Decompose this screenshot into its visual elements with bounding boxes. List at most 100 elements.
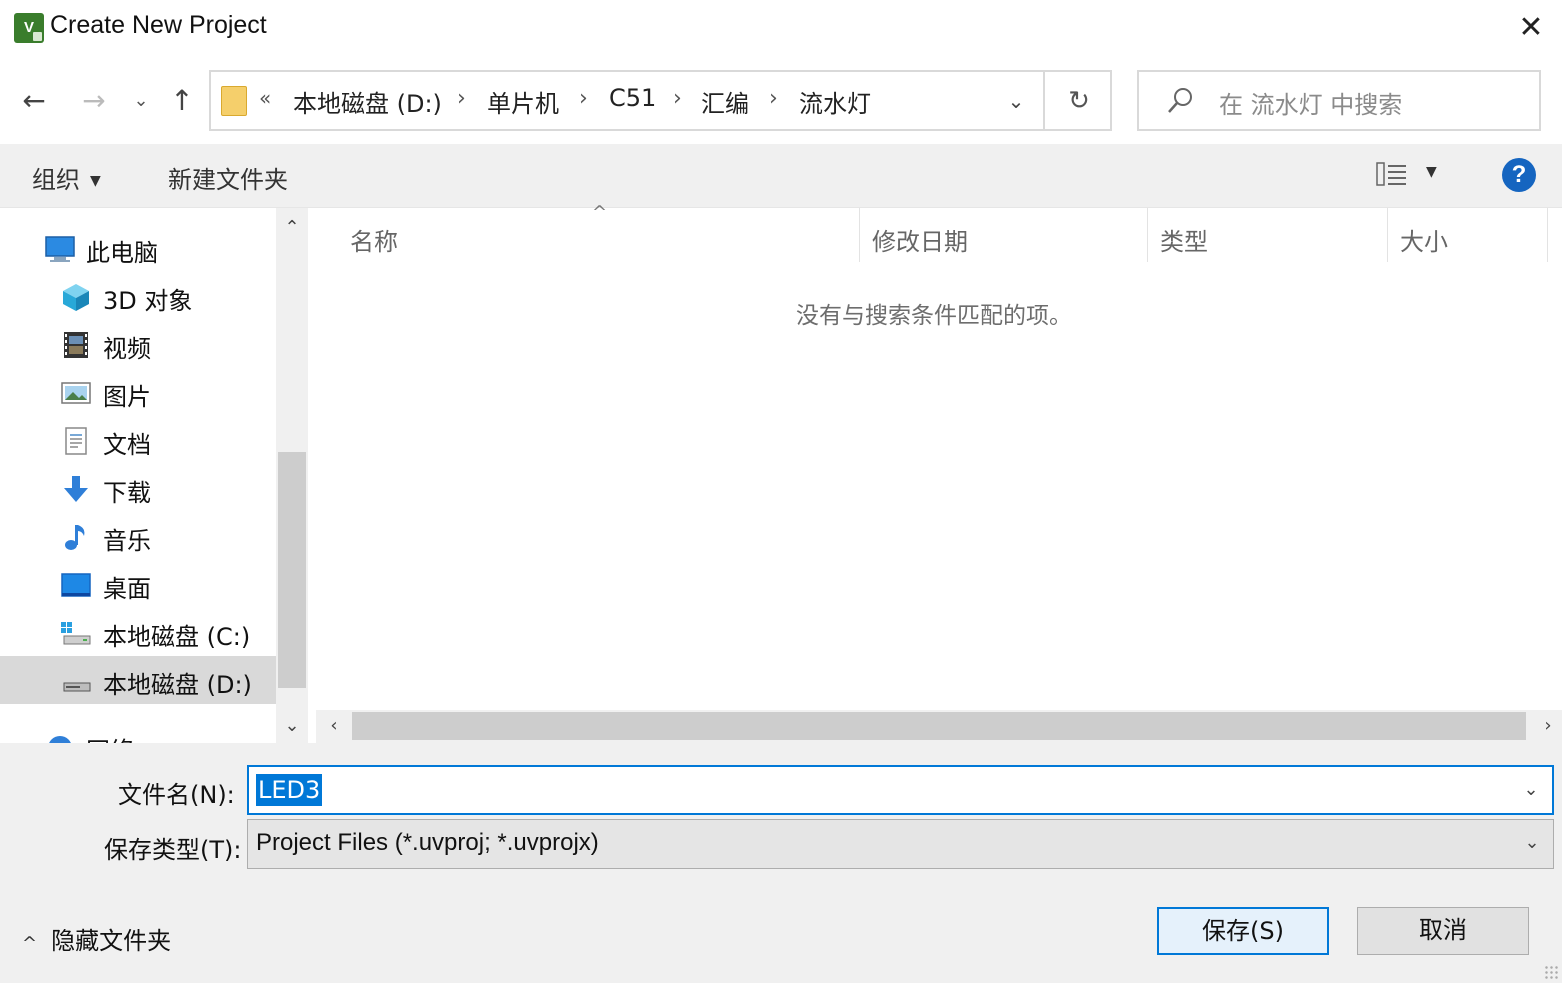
navigation-pane-scrollbar[interactable]: ⌃ ⌄ — [276, 208, 308, 743]
breadcrumb-item[interactable]: 单片机 — [487, 84, 559, 119]
pictures-icon — [61, 382, 91, 404]
keil-app-icon: V — [14, 13, 44, 43]
empty-results-message: 没有与搜索条件匹配的项。 — [796, 303, 1072, 329]
address-bar[interactable]: « 本地磁盘 (D:) › 单片机 › C51 › 汇编 › 流水灯 ⌄ ↻ — [209, 70, 1112, 131]
tree-item-label: 桌面 — [103, 575, 151, 603]
command-toolbar: 组织 ▼ 新建文件夹 ▼ ? — [0, 144, 1562, 208]
column-divider[interactable] — [1547, 208, 1548, 262]
navigation-bar: ← → ⌄ ↑ « 本地磁盘 (D:) › 单片机 › C51 › 汇编 › 流… — [0, 58, 1562, 144]
tree-item-videos[interactable]: 视频 — [0, 320, 276, 368]
tree-item-network[interactable]: 网络 — [0, 722, 276, 743]
breadcrumb-item[interactable]: 流水灯 — [799, 84, 871, 119]
tree-item-label: 下载 — [103, 479, 151, 507]
tree-item-label: 音乐 — [103, 527, 151, 555]
organize-label: 组织 — [32, 166, 80, 194]
tree-item-label: 本地磁盘 (C:) — [103, 623, 251, 651]
chevron-up-icon: ^ — [22, 933, 38, 954]
caret-down-icon: ▼ — [90, 173, 101, 189]
save-button[interactable]: 保存(S) — [1157, 907, 1329, 955]
tree-item-drive-c[interactable]: 本地磁盘 (C:) — [0, 608, 276, 656]
address-divider — [1043, 72, 1045, 129]
refresh-icon[interactable]: ↻ — [1059, 82, 1099, 120]
column-header-type[interactable]: 类型 — [1160, 222, 1208, 257]
tree-item-pictures[interactable]: 图片 — [0, 368, 276, 416]
scroll-up-icon[interactable]: ⌃ — [276, 216, 308, 240]
tree-item-desktop[interactable]: 桌面 — [0, 560, 276, 608]
navigation-pane: 此电脑 3D 对象 视频 图片 文档 下载 音乐 桌面 本地磁盘 (C:) 本地… — [0, 208, 308, 743]
filetype-label: 保存类型(T): — [104, 836, 242, 864]
3d-objects-icon — [63, 284, 89, 311]
window-title: Create New Project — [50, 11, 267, 39]
organize-menu-button[interactable]: 组织 ▼ — [32, 160, 101, 195]
up-arrow-icon[interactable]: ↑ — [164, 84, 200, 120]
scroll-right-icon[interactable]: › — [1536, 714, 1560, 738]
column-divider[interactable] — [859, 208, 860, 262]
column-header-date-modified[interactable]: 修改日期 — [872, 222, 968, 257]
recent-locations-chevron-icon[interactable]: ⌄ — [126, 84, 156, 120]
scroll-down-icon[interactable]: ⌄ — [276, 714, 308, 738]
desktop-icon — [61, 573, 91, 597]
drive-d-icon — [63, 682, 91, 692]
filetype-selected-value: Project Files (*.uvproj; *.uvprojx) — [256, 829, 599, 856]
file-list-horizontal-scrollbar[interactable]: ‹ › — [316, 710, 1562, 743]
column-divider[interactable] — [1387, 208, 1388, 262]
music-icon — [65, 525, 85, 550]
tree-item-label: 本地磁盘 (D:) — [103, 671, 252, 699]
cancel-button[interactable]: 取消 — [1357, 907, 1529, 955]
downloads-icon — [64, 476, 88, 502]
filename-label: 文件名(N): — [118, 781, 235, 809]
help-icon[interactable]: ? — [1502, 158, 1536, 192]
breadcrumb-item[interactable]: 本地磁盘 (D:) — [293, 84, 442, 119]
hide-folders-toggle[interactable]: ^ 隐藏文件夹 — [22, 921, 171, 956]
save-form: 文件名(N): LED3 ⌄ 保存类型(T): Project Files (*… — [0, 743, 1562, 983]
breadcrumb-overflow-icon[interactable]: « — [259, 86, 271, 110]
tree-item-label: 图片 — [103, 383, 151, 411]
resize-grip-icon[interactable] — [1544, 965, 1558, 979]
filename-input[interactable]: LED3 — [256, 774, 323, 806]
scroll-left-icon[interactable]: ‹ — [322, 714, 346, 738]
view-options-icon[interactable] — [1374, 160, 1410, 188]
close-icon[interactable]: ✕ — [1512, 10, 1550, 48]
tree-item-documents[interactable]: 文档 — [0, 416, 276, 464]
network-icon — [49, 736, 71, 743]
computer-icon — [45, 236, 75, 262]
tree-item-3d-objects[interactable]: 3D 对象 — [0, 272, 276, 320]
search-input[interactable]: 在 流水灯 中搜索 — [1219, 85, 1402, 120]
hide-folders-label: 隐藏文件夹 — [51, 927, 172, 955]
address-dropdown-icon[interactable]: ⌄ — [1001, 84, 1031, 118]
tree-item-label: 网络 — [86, 731, 134, 743]
breadcrumb-item[interactable]: C51 — [609, 84, 656, 112]
scrollbar-thumb[interactable] — [278, 452, 306, 688]
breadcrumb-separator-icon[interactable]: › — [579, 86, 588, 111]
breadcrumb-separator-icon[interactable]: › — [457, 86, 466, 111]
view-caret-down-icon[interactable]: ▼ — [1426, 164, 1437, 180]
back-arrow-icon[interactable]: ← — [16, 84, 52, 120]
tree-item-this-pc[interactable]: 此电脑 — [0, 224, 276, 272]
tree-item-label: 3D 对象 — [103, 287, 193, 315]
tree-item-music[interactable]: 音乐 — [0, 512, 276, 560]
filetype-dropdown-icon[interactable]: ⌄ — [1519, 830, 1545, 856]
column-divider[interactable] — [1147, 208, 1148, 262]
search-box[interactable]: 在 流水灯 中搜索 — [1137, 70, 1541, 131]
tree-item-label: 视频 — [103, 335, 151, 363]
breadcrumb-separator-icon[interactable]: › — [769, 86, 778, 111]
file-list[interactable]: ^ 名称 修改日期 类型 大小 没有与搜索条件匹配的项。 — [316, 202, 1562, 710]
tree-item-label: 文档 — [103, 431, 151, 459]
scrollbar-thumb[interactable] — [352, 712, 1526, 740]
tree-item-downloads[interactable]: 下载 — [0, 464, 276, 512]
drive-c-icon — [61, 622, 91, 645]
filetype-select[interactable]: Project Files (*.uvproj; *.uvprojx) ⌄ — [247, 819, 1554, 869]
videos-icon — [64, 332, 88, 358]
column-header-size[interactable]: 大小 — [1400, 222, 1448, 257]
title-bar: V Create New Project ✕ — [0, 0, 1562, 58]
tree-item-label: 此电脑 — [86, 239, 158, 267]
tree-item-drive-d[interactable]: 本地磁盘 (D:) — [0, 656, 276, 704]
column-header-name[interactable]: 名称 — [350, 222, 398, 257]
breadcrumb-separator-icon[interactable]: › — [673, 86, 682, 111]
filename-field[interactable]: LED3 ⌄ — [247, 765, 1554, 815]
breadcrumb-item[interactable]: 汇编 — [701, 84, 749, 119]
forward-arrow-icon[interactable]: → — [76, 84, 112, 120]
search-icon — [1168, 88, 1192, 113]
new-folder-button[interactable]: 新建文件夹 — [168, 160, 288, 195]
filename-dropdown-icon[interactable]: ⌄ — [1518, 777, 1544, 803]
